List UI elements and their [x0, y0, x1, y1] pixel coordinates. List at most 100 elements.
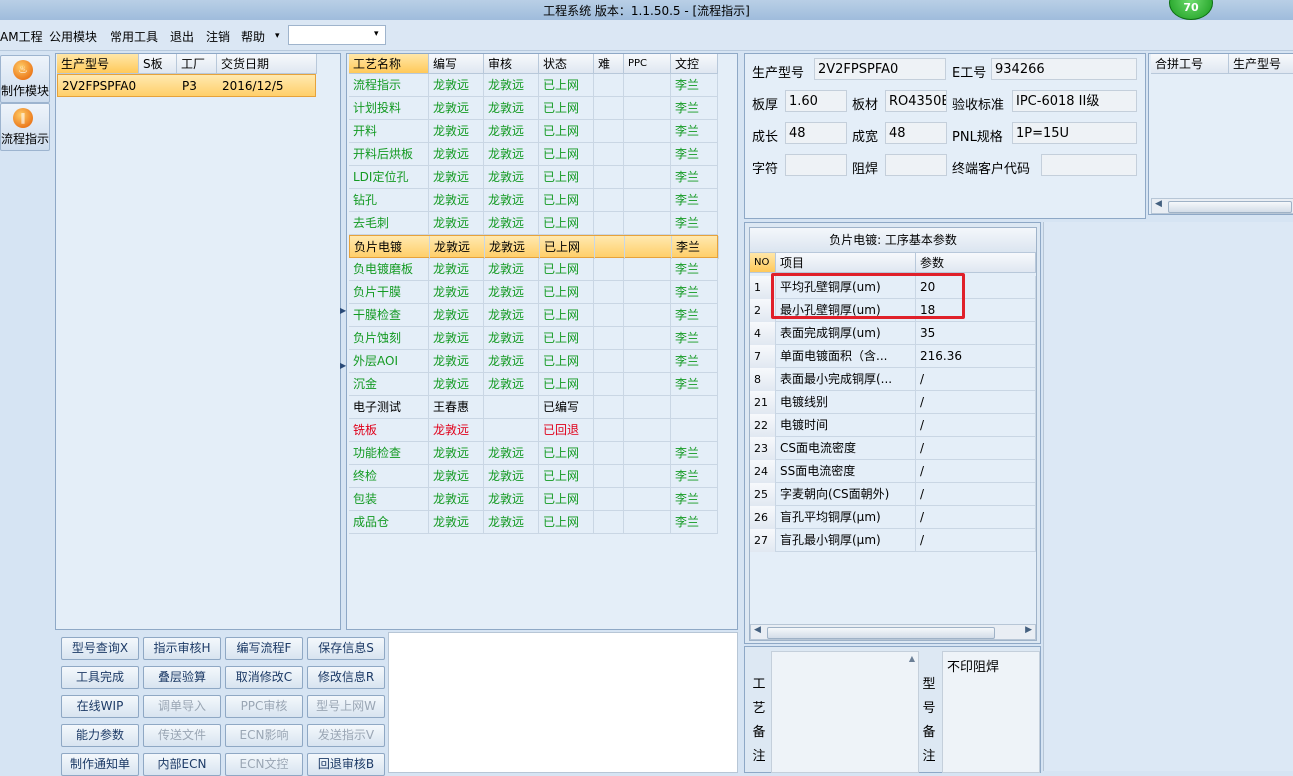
thickness-field[interactable]: 1.60	[785, 90, 847, 112]
col-header-difficulty[interactable]: 难	[594, 54, 624, 74]
scroll-thumb[interactable]	[767, 627, 995, 639]
menu-item-tools[interactable]: 常用工具	[110, 28, 158, 45]
action-button[interactable]: ECN影响	[225, 724, 303, 747]
col-header-value[interactable]: 参数	[916, 253, 1036, 273]
action-button[interactable]: 指示审核H	[143, 637, 221, 660]
action-button[interactable]: 发送指示V	[307, 724, 385, 747]
table-row[interactable]: 沉金 龙敦远 龙敦远 已上网 李兰	[349, 373, 718, 396]
menu-item-public[interactable]: 公用模块	[49, 28, 97, 45]
customer-code-field[interactable]	[1041, 154, 1137, 176]
col-header-writer[interactable]: 编写	[429, 54, 484, 74]
table-row[interactable]: 钻孔 龙敦远 龙敦远 已上网 李兰	[349, 189, 718, 212]
action-button[interactable]: 修改信息R	[307, 666, 385, 689]
col-header-combine-model[interactable]: 生产型号	[1229, 54, 1293, 74]
table-row[interactable]: 计划投料 龙敦远 龙敦远 已上网 李兰	[349, 97, 718, 120]
horizontal-scrollbar[interactable]: ◀	[1151, 198, 1293, 214]
col-header-factory[interactable]: 工厂	[177, 54, 217, 74]
menu-item-am[interactable]: AM工程	[0, 28, 43, 45]
action-button[interactable]: 型号查询X	[61, 637, 139, 660]
module-button-process[interactable]: ‖ 流程指示	[0, 103, 50, 151]
help-dropdown-icon[interactable]: ▾	[275, 31, 280, 41]
combo-arrow-icon[interactable]: ▾	[374, 29, 379, 39]
e-number-field[interactable]: 934266	[991, 58, 1137, 80]
table-row[interactable]: 22 电镀时间 /	[750, 414, 1036, 437]
action-button[interactable]: 叠层验算	[143, 666, 221, 689]
table-row[interactable]: 7 单面电镀面积（含... 216.36	[750, 345, 1036, 368]
table-row[interactable]: 23 CS面电流密度 /	[750, 437, 1036, 460]
action-button[interactable]: 制作通知单	[61, 753, 139, 776]
action-button[interactable]: 内部ECN	[143, 753, 221, 776]
col-header-process-name[interactable]: 工艺名称	[349, 54, 429, 74]
action-button[interactable]: 保存信息S	[307, 637, 385, 660]
action-button[interactable]: PPC审核	[225, 695, 303, 718]
pnl-field[interactable]: 1P=15U	[1012, 122, 1137, 144]
table-row[interactable]: 干膜检查 龙敦远 龙敦远 已上网 李兰	[349, 304, 718, 327]
action-button[interactable]: 编写流程F	[225, 637, 303, 660]
menu-item-help[interactable]: 帮助	[241, 28, 265, 45]
col-header-item[interactable]: 项目	[776, 253, 916, 273]
action-button[interactable]: 工具完成	[61, 666, 139, 689]
table-row[interactable]: 25 字麦朝向(CS面朝外) /	[750, 483, 1036, 506]
col-header-ppc[interactable]: PPC	[624, 54, 671, 74]
process-note-textarea[interactable]: ▲	[771, 651, 919, 773]
action-button[interactable]: 在线WIP	[61, 695, 139, 718]
module-button-production[interactable]: ♨ 制作模块	[0, 55, 50, 103]
scroll-right-icon[interactable]: ▶	[1025, 625, 1032, 635]
scroll-left-icon[interactable]: ◀	[1155, 199, 1162, 209]
table-row[interactable]: LDI定位孔 龙敦远 龙敦远 已上网 李兰	[349, 166, 718, 189]
menu-item-exit[interactable]: 退出	[170, 28, 194, 45]
table-row[interactable]: 26 盲孔平均铜厚(μm) /	[750, 506, 1036, 529]
scroll-up-icon[interactable]: ▲	[909, 654, 915, 663]
table-row[interactable]: 负片电镀 龙敦远 龙敦远 已上网 李兰	[349, 235, 719, 259]
model-field[interactable]: 2V2FPSPFA0	[814, 58, 946, 80]
menu-item-logout[interactable]: 注销	[206, 28, 230, 45]
table-row[interactable]: 2V2FPSPFA0 P3 2016/12/5	[57, 74, 316, 97]
doc-control-cell: 李兰	[671, 327, 718, 350]
model-note-textarea[interactable]: 不印阻焊	[942, 651, 1040, 773]
col-header-sboard[interactable]: S板	[139, 54, 177, 74]
col-header-doc-control[interactable]: 文控	[671, 54, 718, 74]
table-row[interactable]: 去毛刺 龙敦远 龙敦远 已上网 李兰	[349, 212, 718, 235]
menu-combo-box[interactable]	[288, 25, 386, 45]
table-row[interactable]: 24 SS面电流密度 /	[750, 460, 1036, 483]
table-row[interactable]: 27 盲孔最小铜厚(μm) /	[750, 529, 1036, 552]
horizontal-scrollbar[interactable]: ◀ ▶	[750, 624, 1036, 640]
table-row[interactable]: 4 表面完成铜厚(um) 35	[750, 322, 1036, 345]
table-row[interactable]: 外层AOI 龙敦远 龙敦远 已上网 李兰	[349, 350, 718, 373]
material-field[interactable]: RO4350B	[885, 90, 947, 112]
col-header-status[interactable]: 状态	[539, 54, 594, 74]
table-row[interactable]: 负片蚀刻 龙敦远 龙敦远 已上网 李兰	[349, 327, 718, 350]
col-header-reviewer[interactable]: 审核	[484, 54, 539, 74]
table-row[interactable]: 流程指示 龙敦远 龙敦远 已上网 李兰	[349, 74, 718, 97]
action-button[interactable]: 传送文件	[143, 724, 221, 747]
table-row[interactable]: 负片干膜 龙敦远 龙敦远 已上网 李兰	[349, 281, 718, 304]
scroll-left-icon[interactable]: ◀	[754, 625, 761, 635]
col-header-delivery-date[interactable]: 交货日期	[217, 54, 317, 74]
standard-field[interactable]: IPC-6018 II级	[1012, 90, 1137, 112]
scroll-thumb[interactable]	[1168, 201, 1292, 213]
width-field[interactable]: 48	[885, 122, 947, 144]
table-row[interactable]: 铣板 龙敦远 已回退	[349, 419, 718, 442]
table-row[interactable]: 功能检查 龙敦远 龙敦远 已上网 李兰	[349, 442, 718, 465]
table-row[interactable]: 开料后烘板 龙敦远 龙敦远 已上网 李兰	[349, 143, 718, 166]
action-button[interactable]: 回退审核B	[307, 753, 385, 776]
table-row[interactable]: 负电镀磨板 龙敦远 龙敦远 已上网 李兰	[349, 258, 718, 281]
table-row[interactable]: 包装 龙敦远 龙敦远 已上网 李兰	[349, 488, 718, 511]
table-row[interactable]: 终检 龙敦远 龙敦远 已上网 李兰	[349, 465, 718, 488]
char-field[interactable]	[785, 154, 847, 176]
table-row[interactable]: 8 表面最小完成铜厚(... /	[750, 368, 1036, 391]
col-header-combine-no[interactable]: 合拼工号	[1151, 54, 1229, 74]
table-row[interactable]: 开料 龙敦远 龙敦远 已上网 李兰	[349, 120, 718, 143]
col-header-no[interactable]: NO	[750, 253, 776, 273]
action-button[interactable]: ECN文控	[225, 753, 303, 776]
solder-mask-field[interactable]	[885, 154, 947, 176]
table-row[interactable]: 21 电镀线别 /	[750, 391, 1036, 414]
col-header-model[interactable]: 生产型号	[57, 54, 139, 74]
action-button[interactable]: 调单导入	[143, 695, 221, 718]
action-button[interactable]: 能力参数	[61, 724, 139, 747]
table-row[interactable]: 成品仓 龙敦远 龙敦远 已上网 李兰	[349, 511, 718, 534]
action-button[interactable]: 型号上网W	[307, 695, 385, 718]
table-row[interactable]: 电子测试 王春惠 已编写	[349, 396, 718, 419]
length-field[interactable]: 48	[785, 122, 847, 144]
action-button[interactable]: 取消修改C	[225, 666, 303, 689]
